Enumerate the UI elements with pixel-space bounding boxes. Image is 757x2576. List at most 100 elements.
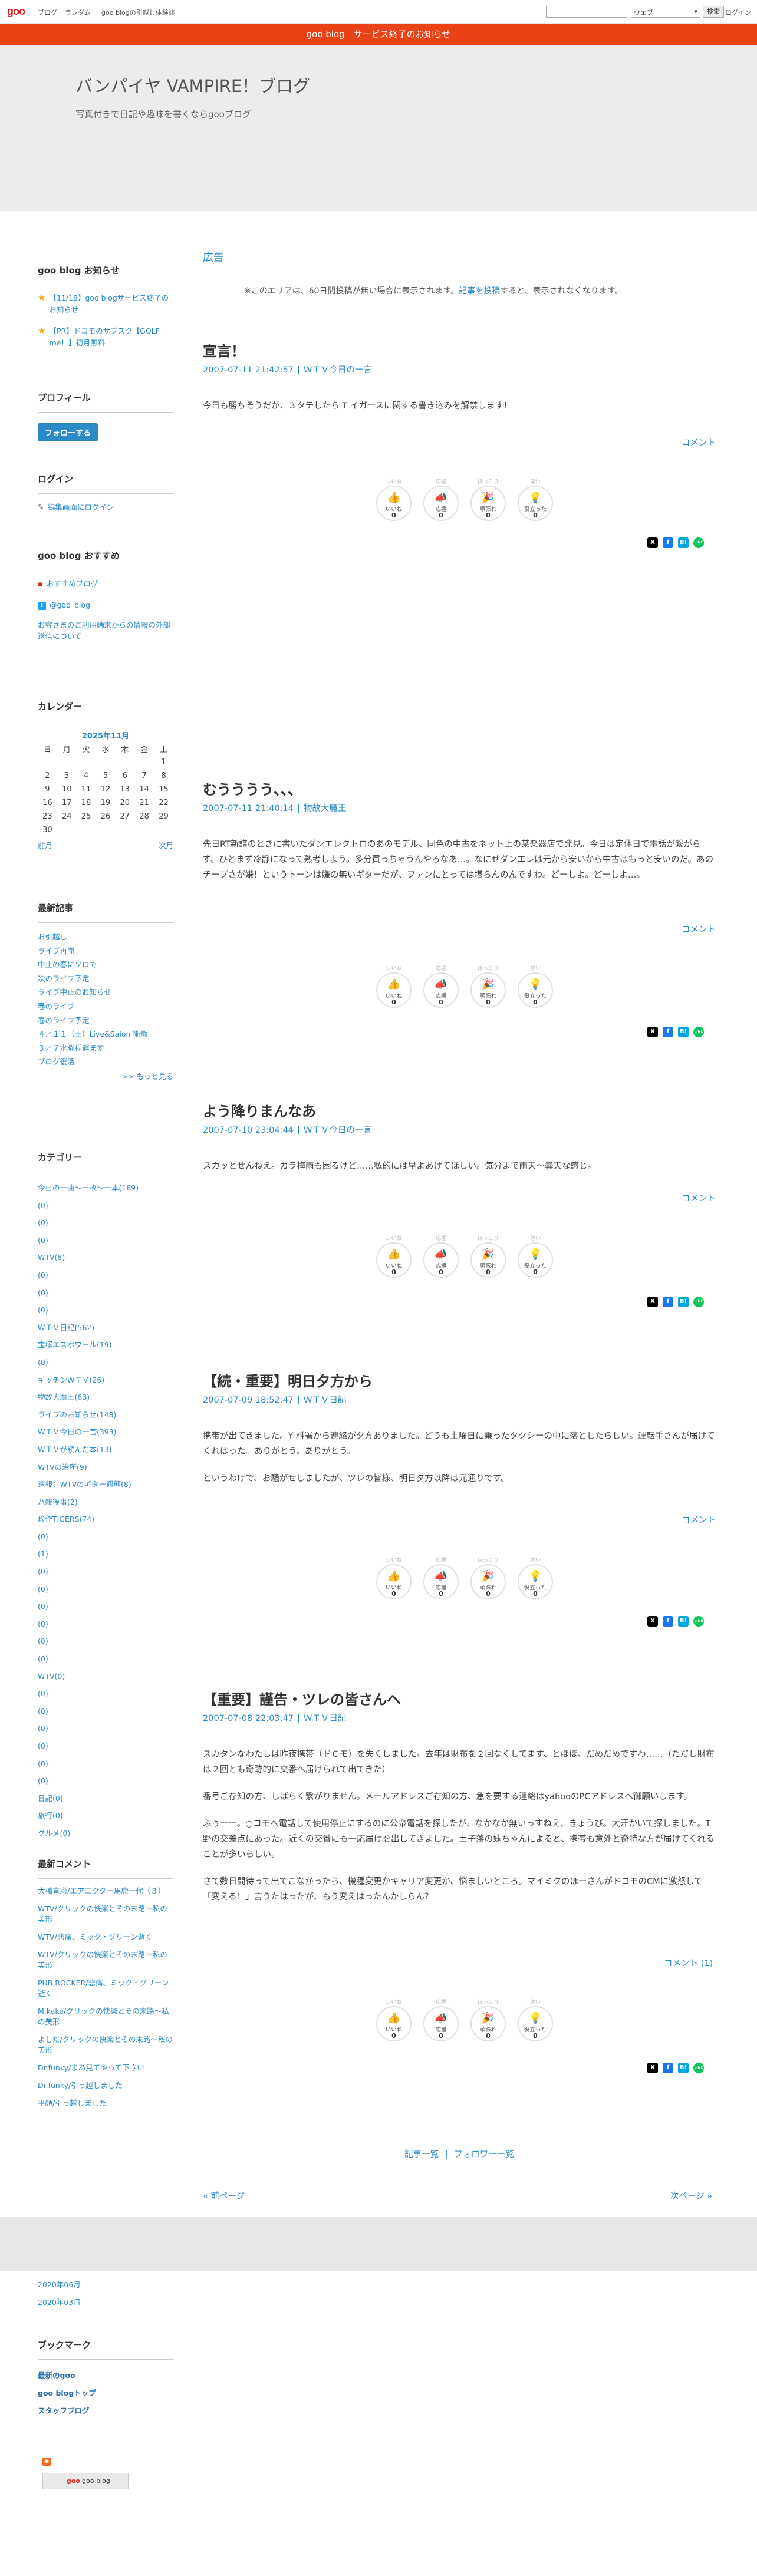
x-share-icon[interactable]: X	[647, 1297, 658, 1307]
reaction-button-lightbulb[interactable]: 尊い 💡 役立った 0	[516, 1234, 554, 1278]
recent-post-link[interactable]: ライブ再開	[38, 944, 173, 958]
recent-comment-link[interactable]: Dr.funky/まあ見てやって下さい	[38, 2063, 173, 2073]
comments-link[interactable]: コメント	[682, 436, 716, 448]
category-link[interactable]: (0)	[38, 1214, 173, 1232]
category-link[interactable]: 日記(0)	[38, 1790, 173, 1808]
category-link[interactable]: (0)	[38, 1354, 173, 1371]
next-page-link[interactable]: 次ページ »	[670, 2189, 712, 2202]
reaction-circle[interactable]: 🎉 頑張れ 0	[470, 2006, 506, 2041]
line-share-icon[interactable]: LINE	[693, 1616, 704, 1627]
reaction-button-thumbs-up[interactable]: いいね 👍 いいね 0	[375, 964, 413, 1008]
service-end-notice[interactable]: goo blog サービス終了のお知らせ	[0, 24, 757, 45]
recent-post-link[interactable]: 中止の春にソロで	[38, 958, 173, 972]
category-link[interactable]: 珍作TIGERS(74)	[38, 1510, 173, 1528]
rss-icon[interactable]: ◉	[42, 2458, 51, 2466]
facebook-share-icon[interactable]: f	[663, 1027, 673, 1037]
reaction-circle[interactable]: 📣 応援 0	[423, 972, 459, 1008]
x-share-icon[interactable]: X	[647, 537, 658, 548]
hatena-bookmark-icon[interactable]: B!	[678, 1027, 689, 1037]
post-category-link[interactable]: ＷＴＶ今日の一言	[304, 1126, 372, 1135]
category-link[interactable]: (0)	[38, 1615, 173, 1633]
reaction-circle[interactable]: 👍 いいね 0	[376, 486, 412, 521]
comments-link[interactable]: コメント	[682, 1513, 716, 1526]
hatena-bookmark-icon[interactable]: B!	[678, 537, 689, 548]
reaction-circle[interactable]: 👍 いいね 0	[376, 1242, 412, 1278]
reaction-circle[interactable]: 🎉 頑張れ 0	[470, 1564, 506, 1599]
category-link[interactable]: グルメ(0)	[38, 1825, 173, 1842]
post-category-link[interactable]: 物故大魔王	[304, 804, 347, 813]
reaction-button-cheer[interactable]: ほっこり 🎉 頑張れ 0	[469, 964, 507, 1008]
category-link[interactable]: 今日の一曲～一枚～一本(189)	[38, 1179, 173, 1197]
comments-link[interactable]: コメント	[682, 1192, 716, 1204]
bookmark-link[interactable]: 最新のgoo	[38, 2367, 173, 2384]
category-link[interactable]: (0)	[38, 1685, 173, 1703]
recent-comment-link[interactable]: Dr.funky/引っ越しました	[38, 2080, 173, 2091]
comments-link[interactable]: コメント	[682, 923, 716, 935]
prev-page-link[interactable]: « 前ページ	[203, 2189, 245, 2202]
category-link[interactable]: (1)	[38, 1545, 173, 1563]
reaction-button-megaphone[interactable]: 応援 📣 応援 0	[422, 1234, 460, 1278]
category-link[interactable]: WTVの治所(9)	[38, 1459, 173, 1476]
reaction-circle[interactable]: 📣 応援 0	[423, 1242, 459, 1278]
category-link[interactable]: 速報：WTVのギター週態(8)	[38, 1476, 173, 1493]
hatena-bookmark-icon[interactable]: B!	[678, 2063, 689, 2073]
archive-link[interactable]: 2020年03月	[38, 2294, 173, 2311]
reaction-button-cheer[interactable]: ほっこり 🎉 頑張れ 0	[469, 1234, 507, 1278]
recent-post-link[interactable]: ライブ中止のお知らせ	[38, 985, 173, 1000]
bookmark-link[interactable]: スタッフブログ	[38, 2402, 173, 2420]
category-link[interactable]: (0)	[38, 1720, 173, 1737]
reaction-circle[interactable]: 💡 役立った 0	[518, 486, 553, 521]
reaction-button-cheer[interactable]: ほっこり 🎉 頑張れ 0	[469, 477, 507, 521]
post-article-link[interactable]: 記事を投稿	[459, 286, 500, 296]
recent-comment-link[interactable]: 大橋直彩/エアエクター馬鹿一代（３）	[38, 1886, 173, 1896]
search-scope-select[interactable]: ウェブ ▾	[631, 6, 700, 18]
nav-blog[interactable]: ブログ	[38, 8, 57, 17]
post-title[interactable]: よう降りまんなあ	[203, 1100, 316, 1120]
recent-comment-link[interactable]: WTV/クリックの快楽とその末路～私の美形	[38, 1950, 173, 1971]
goo-logo[interactable]: goo	[7, 5, 25, 18]
recent-comment-link[interactable]: WTV/悲痛、ミック・グリーン逝く	[38, 1932, 173, 1942]
reaction-circle[interactable]: 💡 役立った 0	[518, 1564, 553, 1599]
reaction-button-cheer[interactable]: ほっこり 🎉 頑張れ 0	[469, 1998, 507, 2041]
reaction-button-megaphone[interactable]: 応援 📣 応援 0	[422, 964, 460, 1008]
news-link-2[interactable]: 【PR】ドコモのサブスク【GOLF me！】初月無料	[49, 325, 173, 349]
facebook-share-icon[interactable]: f	[663, 1297, 673, 1307]
category-link[interactable]: (0)	[38, 1563, 173, 1581]
category-link[interactable]: (0)	[38, 1632, 173, 1650]
calendar-prev-month[interactable]: 前月	[38, 839, 52, 852]
category-link[interactable]: (0)	[38, 1301, 173, 1319]
post-title[interactable]: 【重要】謹告・ツレの皆さんへ	[203, 1688, 401, 1708]
recent-post-link[interactable]: ４／１１（土）Live&Salon 衝燃	[38, 1027, 173, 1041]
external-transmission-link[interactable]: お客さまのご利用端末からの情報の外部送信について	[38, 621, 170, 641]
reaction-circle[interactable]: 📣 応援 0	[423, 2006, 459, 2041]
reaction-circle[interactable]: 📣 応援 0	[423, 486, 459, 521]
reaction-button-megaphone[interactable]: 応援 📣 応援 0	[422, 477, 460, 521]
reaction-circle[interactable]: 🎉 頑張れ 0	[470, 1242, 506, 1278]
category-link[interactable]: (0)	[38, 1284, 173, 1302]
search-input[interactable]	[546, 6, 627, 18]
category-link[interactable]: (0)	[38, 1598, 173, 1615]
post-title[interactable]: むうううう、、、	[203, 778, 302, 799]
category-link[interactable]: (0)	[38, 1703, 173, 1720]
category-link[interactable]: (0)	[38, 1528, 173, 1546]
category-link[interactable]: (0)	[38, 1772, 173, 1790]
hatena-bookmark-icon[interactable]: B!	[678, 1616, 689, 1627]
category-link[interactable]: (0)	[38, 1232, 173, 1249]
reaction-circle[interactable]: 📣 応援 0	[423, 1564, 459, 1599]
recent-comment-link[interactable]: M.kake/クリックの快楽とその末路～私の美形	[38, 2006, 173, 2027]
post-title[interactable]: 宣言！	[203, 339, 245, 360]
post-category-link[interactable]: ＷＴＶ日記	[304, 1714, 347, 1723]
recent-post-link[interactable]: 春のライブ	[38, 1000, 173, 1014]
reaction-circle[interactable]: 🎉 頑張れ 0	[470, 486, 506, 521]
line-share-icon[interactable]: LINE	[693, 537, 704, 548]
facebook-share-icon[interactable]: f	[663, 1616, 673, 1627]
login-link[interactable]: ログイン	[725, 8, 751, 17]
post-category-link[interactable]: ＷＴＶ今日の一言	[304, 365, 372, 375]
category-link[interactable]: 宝塚エスポワール(19)	[38, 1336, 173, 1354]
reaction-button-lightbulb[interactable]: 尊い 💡 役立った 0	[516, 1556, 554, 1599]
nav-random[interactable]: ランダム	[65, 8, 91, 17]
post-category-link[interactable]: ＷＴＶ日記	[304, 1396, 347, 1405]
category-link[interactable]: (0)	[38, 1581, 173, 1598]
article-list-link[interactable]: 記事一覧	[404, 2150, 439, 2159]
reaction-button-lightbulb[interactable]: 尊い 💡 役立った 0	[516, 964, 554, 1008]
